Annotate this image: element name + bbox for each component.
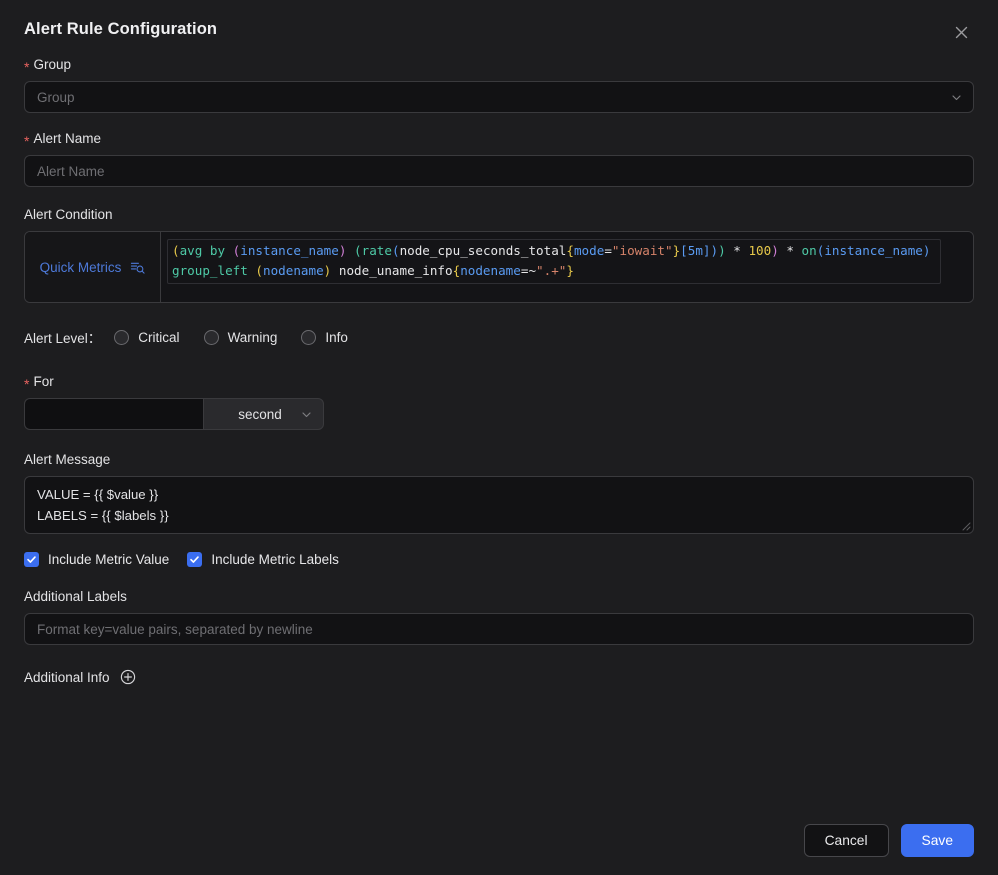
alert-condition-label-text: Alert Condition bbox=[24, 207, 113, 222]
additional-info-label: Additional Info bbox=[24, 669, 110, 685]
checkbox-checked-icon bbox=[24, 552, 39, 567]
alert-condition-block: Alert Condition Quick Metrics (avg by (i… bbox=[24, 207, 974, 303]
for-block: * For second bbox=[24, 374, 974, 430]
promql-line-1: (avg by (instance_name) (rate(node_cpu_s… bbox=[172, 243, 931, 258]
group-select-placeholder: Group bbox=[37, 89, 75, 105]
alert-message-textarea[interactable]: VALUE = {{ $value }} LABELS = {{ $labels… bbox=[24, 476, 974, 534]
additional-labels-label: Additional Labels bbox=[24, 589, 974, 604]
alert-level-option-warning[interactable]: Warning bbox=[203, 329, 278, 345]
quick-metrics-label: Quick Metrics bbox=[39, 259, 122, 275]
resize-grip-icon[interactable] bbox=[959, 519, 971, 531]
metric-include-options: Include Metric Value Include Metric Labe… bbox=[24, 552, 974, 567]
dialog-titlebar: Alert Rule Configuration bbox=[24, 0, 974, 43]
radio-icon bbox=[114, 329, 130, 345]
additional-labels-block: Additional Labels Format key=value pairs… bbox=[24, 589, 974, 645]
radio-icon bbox=[203, 329, 219, 345]
alert-level-option-label: Info bbox=[325, 329, 348, 345]
alert-message-label-text: Alert Message bbox=[24, 452, 111, 467]
save-button[interactable]: Save bbox=[900, 824, 974, 857]
additional-labels-placeholder: Format key=value pairs, separated by new… bbox=[37, 621, 313, 637]
group-field-block: * Group Group bbox=[24, 57, 974, 113]
alert-level-option-label: Critical bbox=[138, 329, 180, 345]
radio-icon bbox=[301, 329, 317, 345]
page-title: Alert Rule Configuration bbox=[24, 20, 218, 38]
quick-metrics-button[interactable]: Quick Metrics bbox=[25, 232, 161, 302]
alert-level-option-label: Warning bbox=[227, 329, 278, 345]
alert-rule-dialog: Alert Rule Configuration * Group Group *… bbox=[0, 0, 998, 875]
for-duration-input[interactable] bbox=[24, 398, 203, 430]
promql-query-area[interactable]: (avg by (instance_name) (rate(node_cpu_s… bbox=[161, 232, 973, 302]
dialog-footer: Cancel Save bbox=[803, 824, 974, 857]
for-label: * For bbox=[24, 374, 974, 392]
alert-level-label: Alert Level： bbox=[24, 331, 102, 346]
required-marker: * bbox=[24, 132, 30, 149]
alert-name-label: * Alert Name bbox=[24, 131, 974, 149]
for-unit-value: second bbox=[238, 406, 282, 422]
alert-name-input[interactable]: Alert Name bbox=[24, 155, 974, 187]
close-icon[interactable] bbox=[950, 21, 972, 43]
additional-labels-input[interactable]: Format key=value pairs, separated by new… bbox=[24, 613, 974, 645]
cancel-button[interactable]: Cancel bbox=[803, 824, 889, 857]
checkbox-include-metric-labels[interactable]: Include Metric Labels bbox=[187, 552, 339, 567]
additional-labels-label-text: Additional Labels bbox=[24, 589, 127, 604]
for-label-text: For bbox=[33, 374, 54, 389]
additional-info-row: Additional Info bbox=[24, 669, 974, 685]
alert-level-option-info[interactable]: Info bbox=[301, 329, 348, 345]
plus-circle-icon[interactable] bbox=[120, 669, 136, 685]
promql-input[interactable]: (avg by (instance_name) (rate(node_cpu_s… bbox=[167, 239, 941, 284]
group-select[interactable]: Group bbox=[24, 81, 974, 113]
required-marker: * bbox=[24, 58, 30, 75]
alert-message-label: Alert Message bbox=[24, 452, 974, 467]
alert-name-label-text: Alert Name bbox=[33, 131, 101, 146]
alert-name-block: * Alert Name Alert Name bbox=[24, 131, 974, 187]
alert-condition-label: Alert Condition bbox=[24, 207, 974, 222]
alert-level-option-critical[interactable]: Critical bbox=[114, 329, 180, 345]
checkbox-include-metric-value[interactable]: Include Metric Value bbox=[24, 552, 169, 567]
checkbox-label: Include Metric Labels bbox=[211, 552, 339, 567]
checkbox-checked-icon bbox=[187, 552, 203, 567]
for-unit-select[interactable]: second bbox=[203, 398, 324, 430]
chevron-down-icon bbox=[950, 91, 963, 104]
alert-message-block: Alert Message VALUE = {{ $value }} LABEL… bbox=[24, 452, 974, 534]
alert-level-row: Alert Level： Critical Warning Info bbox=[24, 327, 974, 347]
for-duration-group: second bbox=[24, 398, 324, 430]
group-label-text: Group bbox=[33, 57, 71, 72]
alert-name-placeholder: Alert Name bbox=[37, 163, 105, 179]
alert-message-line: VALUE = {{ $value }} bbox=[37, 487, 159, 502]
alert-condition-editor: Quick Metrics (avg by (instance_name) (r… bbox=[24, 231, 974, 303]
list-search-icon bbox=[130, 260, 145, 275]
promql-line-2: group_left (nodename) node_uname_info{no… bbox=[172, 263, 574, 278]
alert-message-line: LABELS = {{ $labels }} bbox=[37, 508, 169, 523]
required-marker: * bbox=[24, 375, 30, 392]
chevron-down-icon bbox=[300, 408, 313, 421]
group-label: * Group bbox=[24, 57, 974, 75]
checkbox-label: Include Metric Value bbox=[48, 552, 170, 567]
